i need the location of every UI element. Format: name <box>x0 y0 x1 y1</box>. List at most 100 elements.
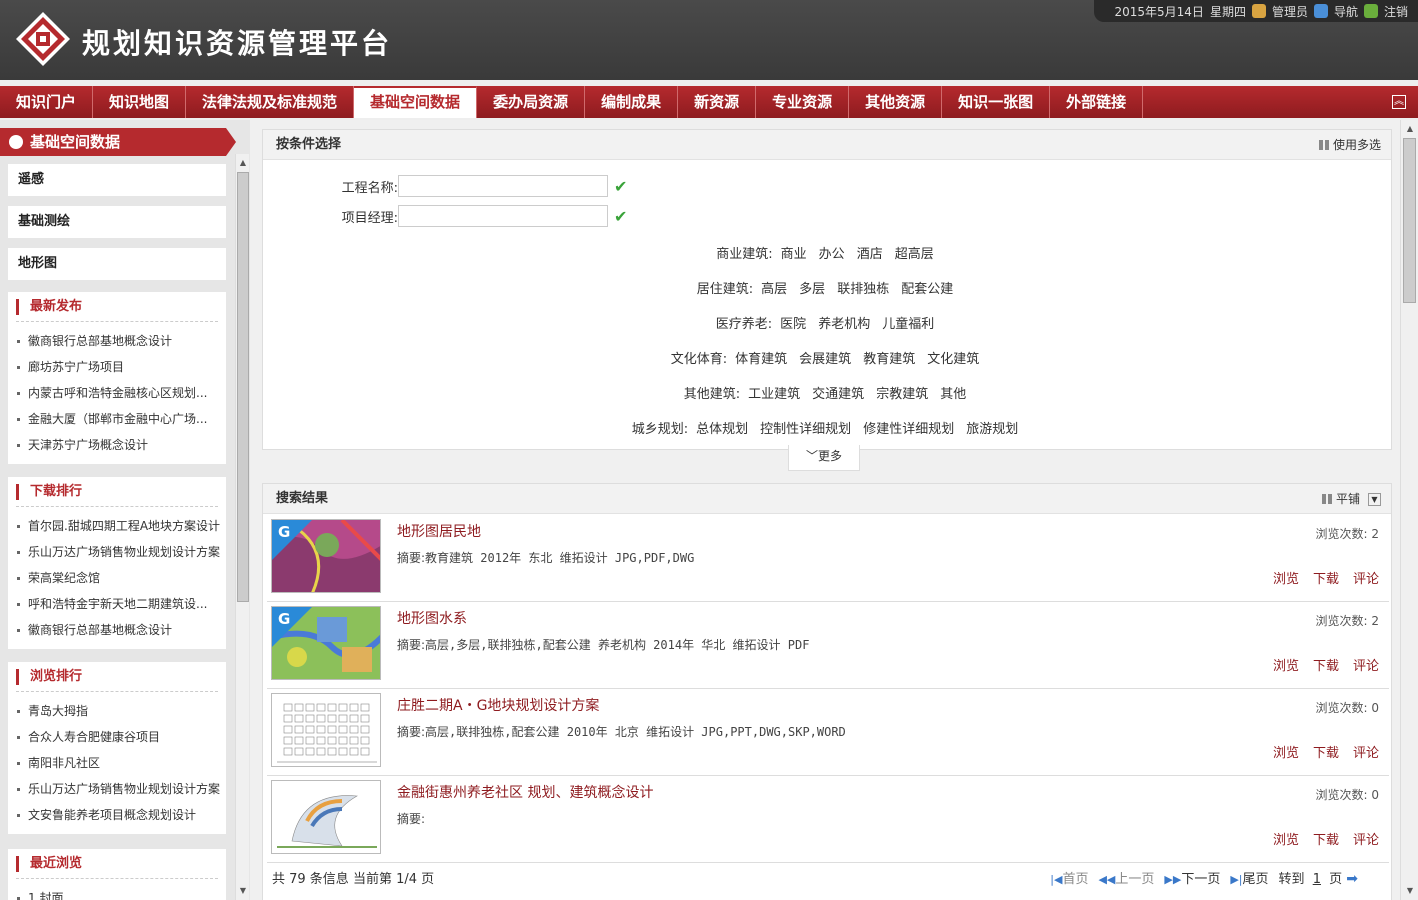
sidebar-link-topographic[interactable]: 地形图 <box>8 248 226 280</box>
view-link[interactable]: 浏览 <box>1273 655 1299 674</box>
condition-option[interactable]: 修建性详细规划 <box>863 422 954 437</box>
condition-option[interactable]: 养老机构 <box>818 317 870 332</box>
scroll-up-icon[interactable]: ▲ <box>1401 122 1418 136</box>
result-title-link[interactable]: 地形图水系 <box>397 608 467 628</box>
sidebar-link-basic-survey[interactable]: 基础测绘 <box>8 206 226 238</box>
condition-option[interactable]: 宗教建筑 <box>876 387 928 402</box>
comment-link[interactable]: 评论 <box>1353 742 1379 761</box>
download-link[interactable]: 下载 <box>1313 742 1339 761</box>
nav-item-10[interactable]: 外部链接 <box>1050 86 1144 118</box>
condition-option[interactable]: 工业建筑 <box>748 387 800 402</box>
condition-option[interactable]: 配套公建 <box>901 282 953 297</box>
nav-item-2[interactable]: 法律法规及标准规范 <box>186 86 355 118</box>
navigation-link[interactable]: 导航 <box>1334 3 1358 20</box>
main-scrollbar[interactable]: ▲ ▼ <box>1400 120 1418 900</box>
list-item[interactable]: 廊坊苏宁广场项目 <box>8 354 226 380</box>
manager-input[interactable] <box>398 205 608 227</box>
condition-option[interactable]: 儿童福利 <box>882 317 934 332</box>
list-item[interactable]: 乐山万达广场销售物业规划设计方案 <box>8 776 226 802</box>
nav-item-4[interactable]: 委办局资源 <box>477 86 586 118</box>
list-item[interactable]: 金融大厦（邯郸市金融中心广场... <box>8 406 226 432</box>
condition-option[interactable]: 控制性详细规划 <box>760 422 851 437</box>
download-link[interactable]: 下载 <box>1313 568 1339 587</box>
nav-item-8[interactable]: 其他资源 <box>849 86 943 118</box>
first-page-link[interactable]: |◀首页 <box>1050 868 1088 887</box>
download-link[interactable]: 下载 <box>1313 829 1339 848</box>
result-thumbnail[interactable] <box>271 780 381 854</box>
list-item[interactable]: 首尔园.甜城四期工程A地块方案设计 <box>8 513 226 539</box>
main-scroll-thumb[interactable] <box>1403 138 1416 303</box>
view-link[interactable]: 浏览 <box>1273 568 1299 587</box>
condition-option[interactable]: 多层 <box>799 282 825 297</box>
sidebar-link-remote-sensing[interactable]: 遥感 <box>8 164 226 196</box>
user-link[interactable]: 管理员 <box>1272 3 1308 20</box>
list-item[interactable]: 徽商银行总部基地概念设计 <box>8 617 226 643</box>
result-title-link[interactable]: 金融街惠州养老社区 规划、建筑概念设计 <box>397 782 653 802</box>
scroll-down-icon[interactable]: ▼ <box>236 884 250 898</box>
list-item[interactable]: 徽商银行总部基地概念设计 <box>8 328 226 354</box>
condition-option[interactable]: 教育建筑 <box>863 352 915 367</box>
comment-link[interactable]: 评论 <box>1353 655 1379 674</box>
list-item[interactable]: 合众人寿合肥健康谷项目 <box>8 724 226 750</box>
result-title-link[interactable]: 庄胜二期A・G地块规划设计方案 <box>397 695 599 715</box>
nav-item-0[interactable]: 知识门户 <box>0 86 94 118</box>
comment-link[interactable]: 评论 <box>1353 829 1379 848</box>
list-item[interactable]: 文安鲁能养老项目概念规划设计 <box>8 802 226 828</box>
result-title-link[interactable]: 地形图居民地 <box>397 521 481 541</box>
condition-option[interactable]: 旅游规划 <box>966 422 1018 437</box>
nav-item-6[interactable]: 新资源 <box>678 86 757 118</box>
list-item[interactable]: 内蒙古呼和浩特金融核心区规划... <box>8 380 226 406</box>
condition-option[interactable]: 高层 <box>761 282 787 297</box>
list-item[interactable]: 荣高棠纪念馆 <box>8 565 226 591</box>
nav-item-7[interactable]: 专业资源 <box>756 86 850 118</box>
list-item[interactable]: 1.封面 <box>8 885 226 900</box>
condition-option[interactable]: 酒店 <box>857 247 883 262</box>
result-thumbnail[interactable]: G <box>271 519 381 593</box>
nav-item-9[interactable]: 知识一张图 <box>942 86 1051 118</box>
nav-item-5[interactable]: 编制成果 <box>585 86 679 118</box>
result-thumbnail[interactable]: G <box>271 606 381 680</box>
nav-item-3[interactable]: 基础空间数据 <box>354 86 478 118</box>
confirm-check-icon[interactable]: ✔ <box>614 207 627 226</box>
scroll-down-icon[interactable]: ▼ <box>1401 884 1418 898</box>
list-item[interactable]: 南阳非凡社区 <box>8 750 226 776</box>
chevron-down-icon[interactable]: ▼ <box>1368 492 1381 506</box>
condition-option[interactable]: 其他 <box>940 387 966 402</box>
condition-option[interactable]: 体育建筑 <box>735 352 787 367</box>
nav-item-1[interactable]: 知识地图 <box>93 86 187 118</box>
multi-select-toggle[interactable]: 使用多选 <box>1318 130 1381 160</box>
download-link[interactable]: 下载 <box>1313 655 1339 674</box>
scroll-up-icon[interactable]: ▲ <box>236 156 250 170</box>
sidebar-scroll-thumb[interactable] <box>237 172 249 602</box>
layout-toggle[interactable]: 平铺 ▼ <box>1321 484 1381 514</box>
prev-page-link[interactable]: ◀◀上一页 <box>1098 868 1154 887</box>
condition-option[interactable]: 文化建筑 <box>927 352 979 367</box>
logout-link[interactable]: 注销 <box>1384 3 1408 20</box>
list-item[interactable]: 青岛大拇指 <box>8 698 226 724</box>
condition-option[interactable]: 办公 <box>819 247 845 262</box>
condition-row: 文化体育: 体育建筑 会展建筑 教育建筑 文化建筑 <box>263 348 1393 367</box>
last-page-link[interactable]: ▶|尾页 <box>1230 868 1268 887</box>
view-link[interactable]: 浏览 <box>1273 829 1299 848</box>
list-item[interactable]: 乐山万达广场销售物业规划设计方案 <box>8 539 226 565</box>
condition-option[interactable]: 超高层 <box>895 247 934 262</box>
condition-option[interactable]: 医院 <box>780 317 806 332</box>
condition-option[interactable]: 联排独栋 <box>837 282 889 297</box>
confirm-check-icon[interactable]: ✔ <box>614 177 627 196</box>
goto-page-input[interactable]: 1 <box>1309 872 1325 887</box>
project-name-input[interactable] <box>398 175 608 197</box>
view-link[interactable]: 浏览 <box>1273 742 1299 761</box>
condition-option[interactable]: 交通建筑 <box>812 387 864 402</box>
list-item[interactable]: 天津苏宁广场概念设计 <box>8 432 226 458</box>
go-arrow-icon[interactable]: ➡ <box>1346 871 1358 887</box>
collapse-up-icon[interactable]: ︽ <box>1392 95 1406 109</box>
result-thumbnail[interactable] <box>271 693 381 767</box>
condition-option[interactable]: 总体规划 <box>696 422 748 437</box>
condition-option[interactable]: 商业 <box>781 247 807 262</box>
sidebar-scrollbar[interactable]: ▲ ▼ <box>235 154 249 900</box>
more-button[interactable]: ﹀更多 <box>788 445 860 471</box>
condition-option[interactable]: 会展建筑 <box>799 352 851 367</box>
next-page-link[interactable]: ▶▶下一页 <box>1164 868 1220 887</box>
comment-link[interactable]: 评论 <box>1353 568 1379 587</box>
list-item[interactable]: 呼和浩特金宇新天地二期建筑设... <box>8 591 226 617</box>
